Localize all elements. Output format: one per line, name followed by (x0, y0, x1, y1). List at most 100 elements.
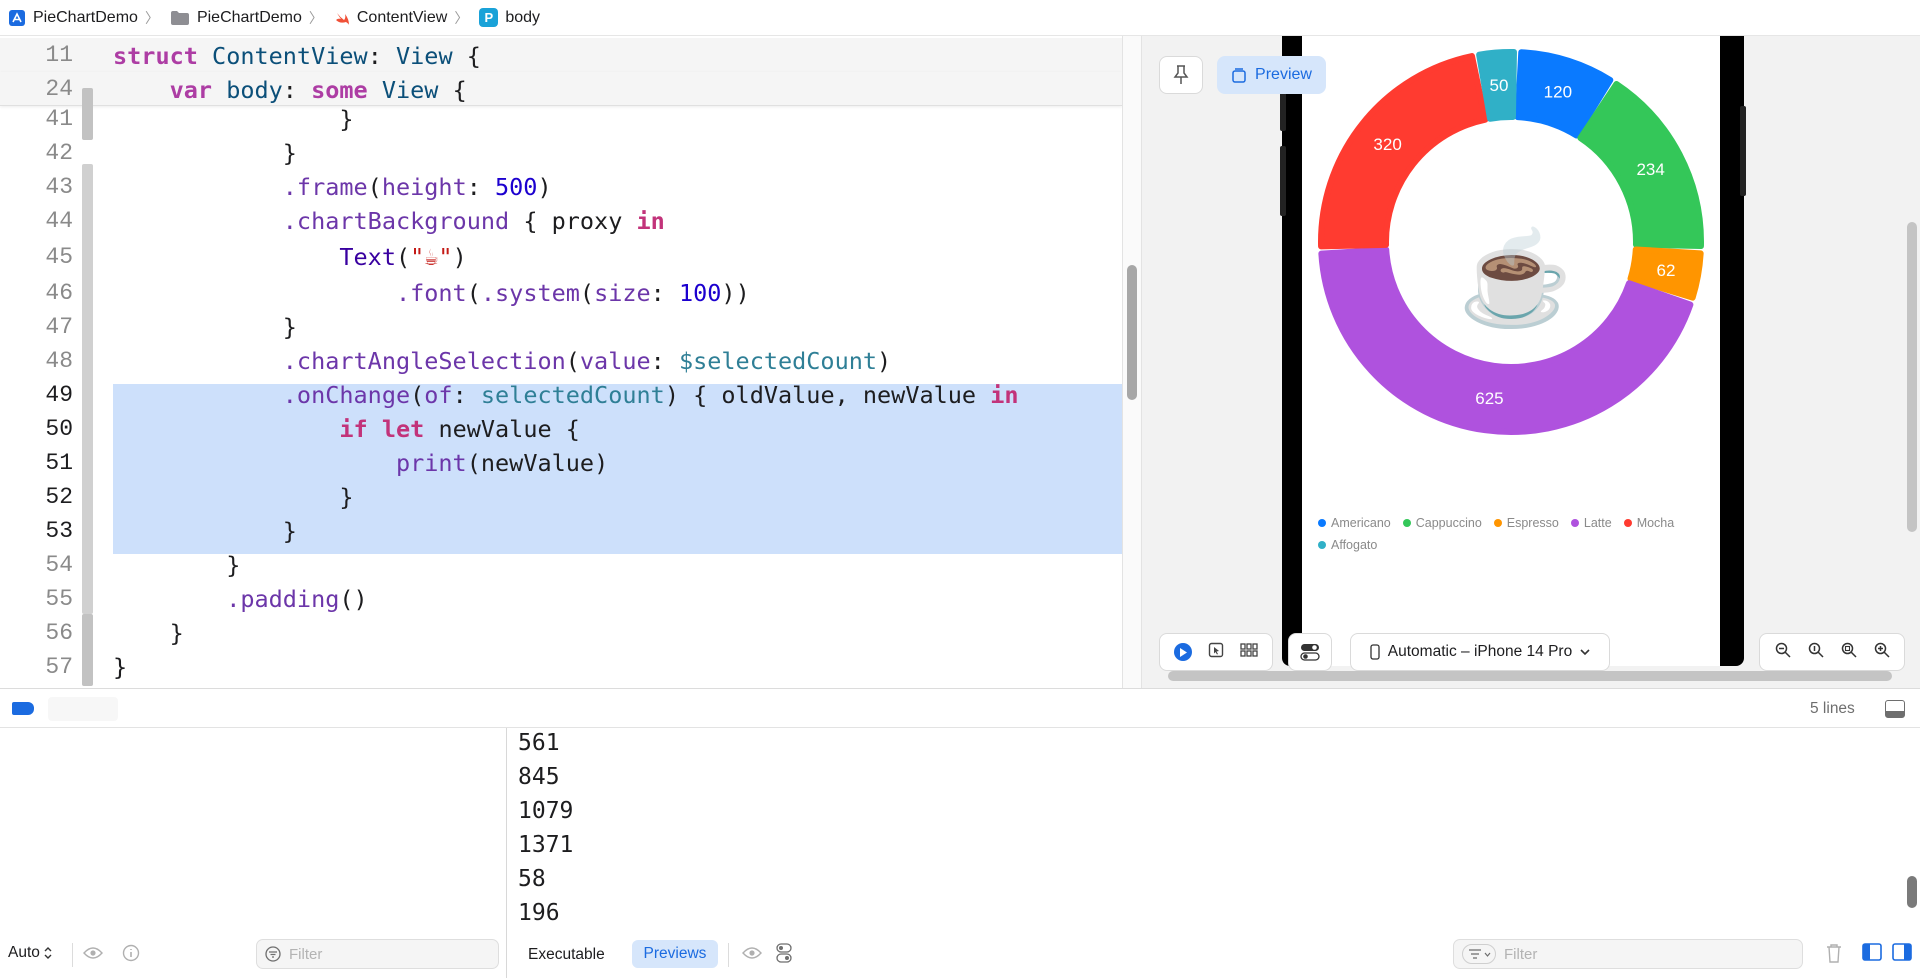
variables-view[interactable]: Auto Filter (0, 728, 507, 978)
console-scrollbar[interactable] (1907, 876, 1917, 908)
trash-icon[interactable] (1826, 943, 1842, 968)
zoom-out-icon[interactable] (1775, 642, 1791, 663)
legend-label: Mocha (1636, 516, 1675, 530)
code-line: } (113, 653, 128, 681)
line-number: 41 (45, 106, 73, 132)
line-number: 47 (45, 314, 73, 340)
line-number: 53 (45, 518, 73, 544)
line-number: 44 (45, 208, 73, 234)
code-line: } (282, 139, 297, 167)
code-line: if let newValue { (339, 415, 580, 443)
device-button (1280, 91, 1286, 131)
zoom-controls (1759, 633, 1905, 671)
code-row: 48 .chartAngleSelection(value: $selected… (0, 344, 1122, 378)
eye-icon[interactable] (83, 946, 103, 965)
tab-previews[interactable]: Previews (632, 940, 718, 968)
toggle-options-icon[interactable] (776, 943, 792, 968)
zoom-to-fit-icon[interactable] (1841, 642, 1857, 663)
console-line-count: 5 lines (1810, 700, 1855, 717)
swift-file-icon (334, 10, 350, 26)
line-number: 43 (45, 174, 73, 200)
line-number: 55 (45, 586, 73, 612)
device-selector[interactable]: Automatic – iPhone 14 Pro (1350, 633, 1610, 671)
code-line: .onChange(of: selectedCount) { oldValue,… (282, 381, 1019, 409)
code-line: .font(.system(size: 100)) (395, 279, 750, 307)
device-settings-button[interactable] (1288, 633, 1332, 671)
hide-panel-icon[interactable] (1885, 700, 1905, 718)
tab-executable[interactable]: Executable (528, 946, 605, 964)
preview-canvas[interactable]: 120 234 62 625 320 50 ☕ Americano Cappuccino Es… (1142, 36, 1920, 688)
canvas-vertical-scrollbar[interactable] (1907, 222, 1917, 532)
pin-button[interactable] (1159, 56, 1203, 94)
preview-mode-button[interactable]: Preview (1217, 56, 1326, 94)
breadcrumb-project[interactable]: PieChartDemo (8, 0, 138, 36)
line-number: 48 (45, 348, 73, 374)
xcode-window: PieChartDemo 〉 PieChartDemo 〉 ContentVie… (0, 0, 1920, 978)
code-row: 53 } (0, 514, 1122, 548)
legend-swatch (1402, 519, 1411, 527)
pie-slice-value-label: 234 (1636, 160, 1664, 179)
breadcrumb-folder[interactable]: PieChartDemo (170, 0, 302, 36)
legend-item: Mocha (1623, 516, 1675, 530)
console-filter-field[interactable]: Filter (1453, 939, 1803, 969)
code-row: 42 } (0, 136, 1122, 170)
zoom-to-100-icon[interactable] (1808, 642, 1824, 663)
code-row: 46 .font(.system(size: 100)) (0, 276, 1122, 310)
code-row: 54 } (0, 548, 1122, 582)
breadcrumb-file[interactable]: ContentView (334, 0, 447, 36)
variants-grid-icon[interactable] (1240, 642, 1258, 662)
sticky-scope-body[interactable]: 24 var body: some View { (0, 72, 1122, 106)
code-row: 45 Text("☕") (0, 240, 1122, 274)
eye-icon[interactable] (742, 946, 762, 965)
chevron-up-down-icon (44, 947, 52, 959)
pie-slice-value-label: 120 (1544, 83, 1572, 102)
console-output-line: 561 (518, 730, 560, 756)
line-number: 54 (45, 552, 73, 578)
line-number: 42 (45, 140, 73, 166)
filter-icon (265, 946, 281, 962)
filter-menu-icon[interactable] (1462, 944, 1496, 964)
legend-item: Latte (1570, 516, 1612, 530)
show-console-icon[interactable] (1892, 943, 1912, 966)
live-play-icon[interactable] (1174, 643, 1192, 661)
device-label: Automatic – iPhone 14 Pro (1387, 643, 1573, 660)
code-line: .frame(height: 500) (282, 173, 552, 201)
breadcrumb-symbol-label: body (505, 8, 541, 26)
device-button (1740, 106, 1746, 196)
legend-swatch (1623, 519, 1632, 527)
breadcrumb-symbol[interactable]: P body (479, 0, 540, 36)
app-project-icon (8, 9, 26, 27)
divider (72, 943, 73, 967)
legend-item: Cappuccino (1402, 516, 1482, 530)
zoom-in-icon[interactable] (1874, 642, 1890, 663)
editor-canvas-divider[interactable] (1122, 36, 1142, 688)
legend-swatch (1570, 519, 1579, 527)
pie-slice-value-label: 625 (1475, 389, 1503, 408)
device-screen[interactable]: 120 234 62 625 320 50 ☕ Americano Cappuccino Es… (1302, 36, 1720, 666)
console-view[interactable]: 561 845 1079 1371 58 196 Executable Prev… (508, 728, 1920, 978)
info-icon[interactable] (122, 944, 140, 967)
variables-scope-select[interactable]: Auto (8, 944, 52, 962)
chevron-down-icon (1580, 648, 1590, 655)
editor-scrollbar[interactable] (1127, 265, 1137, 400)
show-variables-icon[interactable] (1862, 943, 1882, 966)
console-output-line: 845 (518, 764, 560, 790)
code-row: 47 } (0, 310, 1122, 344)
legend-swatch (1318, 519, 1326, 527)
selectable-mode-icon[interactable] (1208, 642, 1224, 663)
code-line: } (169, 619, 184, 647)
variables-filter-field[interactable]: Filter (256, 939, 499, 969)
pie-slice-mocha[interactable] (1318, 53, 1489, 250)
code-line: } (282, 313, 297, 341)
legend-label: Cappuccino (1415, 516, 1482, 530)
breadcrumb-project-label: PieChartDemo (33, 8, 138, 26)
breakpoints-toggle-icon[interactable] (12, 702, 34, 715)
sticky-scope-struct[interactable]: 11 struct ContentView: View { (0, 38, 1122, 72)
chevron-right-icon: 〉 (308, 9, 323, 26)
code-row: 57 } (0, 650, 1122, 684)
canvas-horizontal-scrollbar[interactable] (1168, 671, 1892, 681)
jump-bar: PieChartDemo 〉 PieChartDemo 〉 ContentVie… (0, 0, 1920, 36)
legend-item: Americano (1318, 516, 1391, 530)
source-editor[interactable]: 11 struct ContentView: View { 24 var bod… (0, 36, 1122, 688)
console-output-line: 58 (518, 866, 546, 892)
